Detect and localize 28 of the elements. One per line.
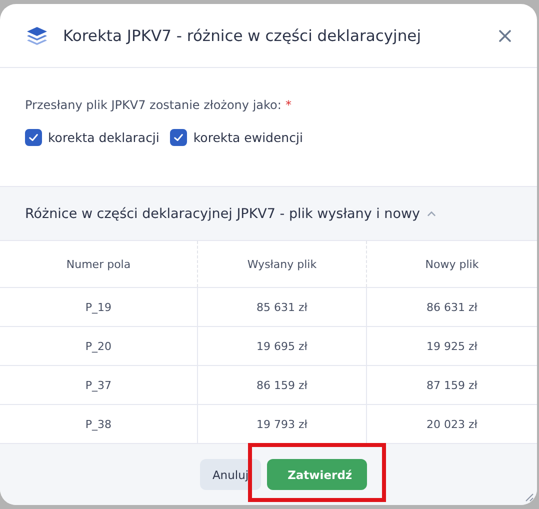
- required-mark: *: [285, 98, 292, 112]
- cancel-button[interactable]: Anuluj: [200, 459, 261, 490]
- check-icon: [173, 132, 184, 143]
- table-cell: P_37: [0, 366, 198, 404]
- table-cell: 86 631 zł: [366, 288, 537, 326]
- close-icon[interactable]: [499, 30, 511, 42]
- check-icon: [28, 132, 39, 143]
- chevron-icon[interactable]: [427, 210, 436, 216]
- column-header: Nowy plik: [366, 241, 537, 288]
- column-header: Wysłany plik: [198, 241, 366, 288]
- dialog-title: Korekta JPKV7 - różnice w części deklaracyjnej: [63, 26, 422, 44]
- layers-icon: [26, 26, 48, 46]
- checkbox[interactable]: [170, 129, 188, 146]
- table-cell: 86 159 zł: [198, 366, 366, 404]
- checkbox-label: korekta deklaracji: [48, 130, 160, 145]
- section-title: Różnice w części deklaracyjnej JPKV7 - plik wysłany i nowy: [25, 206, 420, 222]
- table-cell: P_20: [0, 326, 198, 366]
- table-cell: 85 631 zł: [198, 288, 366, 326]
- checkbox-label: korekta ewidencji: [193, 130, 303, 145]
- section-header[interactable]: Różnice w części deklaracyjnej JPKV7 - plik wysłany i nowy: [0, 187, 537, 241]
- table-cell: P_19: [0, 288, 198, 326]
- column-header: Numer pola: [0, 241, 198, 288]
- checkbox[interactable]: [25, 129, 42, 146]
- table-cell: 19 695 zł: [198, 326, 366, 366]
- resize-grip-icon[interactable]: [524, 492, 534, 502]
- field-label: Przesłany plik JPKV7 zostanie złożony jako:: [25, 98, 282, 112]
- table-cell: 87 159 zł: [366, 366, 537, 404]
- table-cell: 19 925 zł: [366, 326, 537, 366]
